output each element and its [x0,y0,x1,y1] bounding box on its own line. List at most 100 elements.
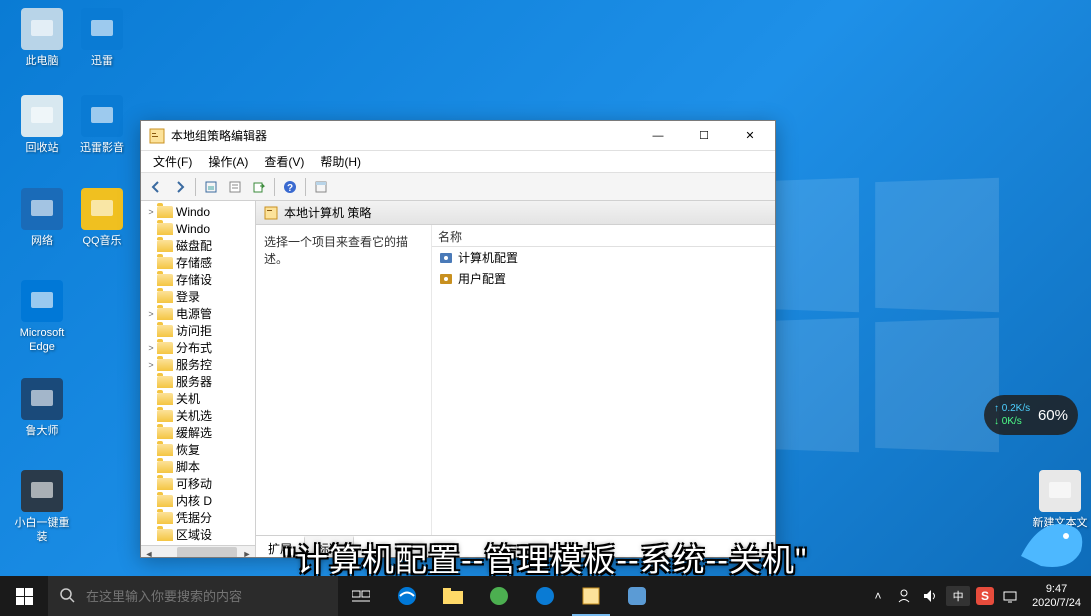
menu-bar: 文件(F)操作(A)查看(V)帮助(H) [141,151,775,173]
window-titlebar[interactable]: 本地组策略编辑器 — ☐ ✕ [141,121,775,151]
tree-item[interactable]: 区域设 [141,526,255,543]
clock-time: 9:47 [1032,582,1081,596]
tree-scrollbar[interactable]: ◄ ► [141,545,255,557]
tree-item[interactable]: >电源管 [141,305,255,322]
help-button[interactable]: ? [279,176,301,198]
folder-icon [157,308,173,320]
search-input[interactable] [86,589,326,604]
tree-item[interactable]: 磁盘配 [141,237,255,254]
tab-标准[interactable]: 标准 [305,536,354,557]
tree-item[interactable]: 访问拒 [141,322,255,339]
taskbar-clock[interactable]: 9:47 2020/7/24 [1026,582,1087,611]
list-pane[interactable]: 名称 计算机配置用户配置 [431,225,775,535]
menu-item[interactable]: 帮助(H) [312,151,369,172]
taskbar-explorer[interactable] [430,576,476,616]
netspeed-percent: 60% [1038,407,1068,424]
folder-icon [157,240,173,252]
properties-button[interactable] [224,176,246,198]
desktop-icon-this-pc[interactable]: 此电脑 [12,8,72,68]
desktop-icon-network[interactable]: 网络 [12,188,72,248]
tree-item[interactable]: 缓解选 [141,424,255,441]
folder-icon [157,376,173,388]
tree-item[interactable]: 脚本 [141,458,255,475]
folder-icon [157,461,173,473]
scroll-left-icon[interactable]: ◄ [141,546,157,558]
desktop-icon-new-text[interactable]: 新建文本文档 [1030,470,1090,545]
netspeed-widget[interactable]: ↑ 0.2K/s ↓ 0K/s 60% [984,395,1078,435]
forward-button[interactable] [169,176,191,198]
content-header: 本地计算机 策略 [256,201,775,225]
tree-item[interactable]: 登录 [141,288,255,305]
folder-icon [157,478,173,490]
task-view-button[interactable] [338,576,384,616]
taskbar-app2[interactable] [614,576,660,616]
tray-expand-icon[interactable]: ˄ [868,586,888,606]
folder-icon [157,291,173,303]
taskbar-browser[interactable] [476,576,522,616]
back-button[interactable] [145,176,167,198]
up-button[interactable] [200,176,222,198]
tree-item[interactable]: 存储设 [141,271,255,288]
content-header-title: 本地计算机 策略 [284,204,371,221]
folder-icon [157,342,173,354]
taskbar-gpedit[interactable] [568,576,614,616]
close-button[interactable]: ✕ [727,122,773,150]
column-header-name[interactable]: 名称 [432,225,775,247]
filter-button[interactable] [310,176,332,198]
tree-item[interactable]: 恢复 [141,441,255,458]
menu-item[interactable]: 文件(F) [145,151,200,172]
tray-network-icon[interactable] [1000,586,1020,606]
folder-icon [157,206,173,218]
tray-ime-icon[interactable]: 中 [946,586,970,606]
export-button[interactable] [248,176,270,198]
tray-people-icon[interactable] [894,586,914,606]
folder-icon [157,274,173,286]
folder-icon [157,257,173,269]
tray-sogou-icon[interactable]: S [976,587,994,605]
desktop-icon-xunlei-video[interactable]: 迅雷影音 [72,95,132,155]
start-button[interactable] [0,576,48,616]
tree-item[interactable]: 内核 D [141,492,255,509]
folder-icon [157,529,173,541]
search-icon [60,588,76,604]
taskbar-edge[interactable] [384,576,430,616]
folder-icon [157,223,173,235]
tray-volume-icon[interactable] [920,586,940,606]
tree-item[interactable]: 关机选 [141,407,255,424]
minimize-button[interactable]: — [635,122,681,150]
window-title: 本地组策略编辑器 [171,127,635,144]
maximize-button[interactable]: ☐ [681,122,727,150]
system-tray: ˄ 中 S 9:47 2020/7/24 [864,576,1091,616]
folder-icon [157,410,173,422]
tree-item[interactable]: 凭据分 [141,509,255,526]
config-icon [438,250,454,266]
scroll-right-icon[interactable]: ► [239,546,255,558]
desktop-icon-recycle-bin[interactable]: 回收站 [12,95,72,155]
folder-icon [157,393,173,405]
list-item[interactable]: 计算机配置 [432,247,775,268]
policy-icon [264,206,278,220]
taskbar-app1[interactable] [522,576,568,616]
tree-item[interactable]: >Windo [141,203,255,220]
tab-扩展[interactable]: 扩展 [256,536,305,557]
tree-item[interactable]: >分布式 [141,339,255,356]
list-item[interactable]: 用户配置 [432,268,775,289]
search-box[interactable] [48,576,338,616]
desktop-icon-xiaobai[interactable]: 小白一键重装 [12,470,72,545]
menu-item[interactable]: 查看(V) [256,151,312,172]
taskbar: ˄ 中 S 9:47 2020/7/24 [0,576,1091,616]
desktop-icon-edge[interactable]: Microsoft Edge [12,280,72,355]
desktop-icon-qq-music[interactable]: QQ音乐 [72,188,132,248]
tree-item[interactable]: 可移动 [141,475,255,492]
menu-item[interactable]: 操作(A) [200,151,256,172]
desktop-icon-ludashi[interactable]: 鲁大师 [12,378,72,438]
tree-item[interactable]: 关机 [141,390,255,407]
folder-icon [157,359,173,371]
folder-icon [157,427,173,439]
tree-item[interactable]: >服务控 [141,356,255,373]
tree-pane[interactable]: >WindoWindo磁盘配存储感存储设登录>电源管访问拒>分布式>服务控服务器… [141,201,256,557]
desktop-icon-xunlei[interactable]: 迅雷 [72,8,132,68]
tree-item[interactable]: 服务器 [141,373,255,390]
tree-item[interactable]: Windo [141,220,255,237]
tree-item[interactable]: 存储感 [141,254,255,271]
